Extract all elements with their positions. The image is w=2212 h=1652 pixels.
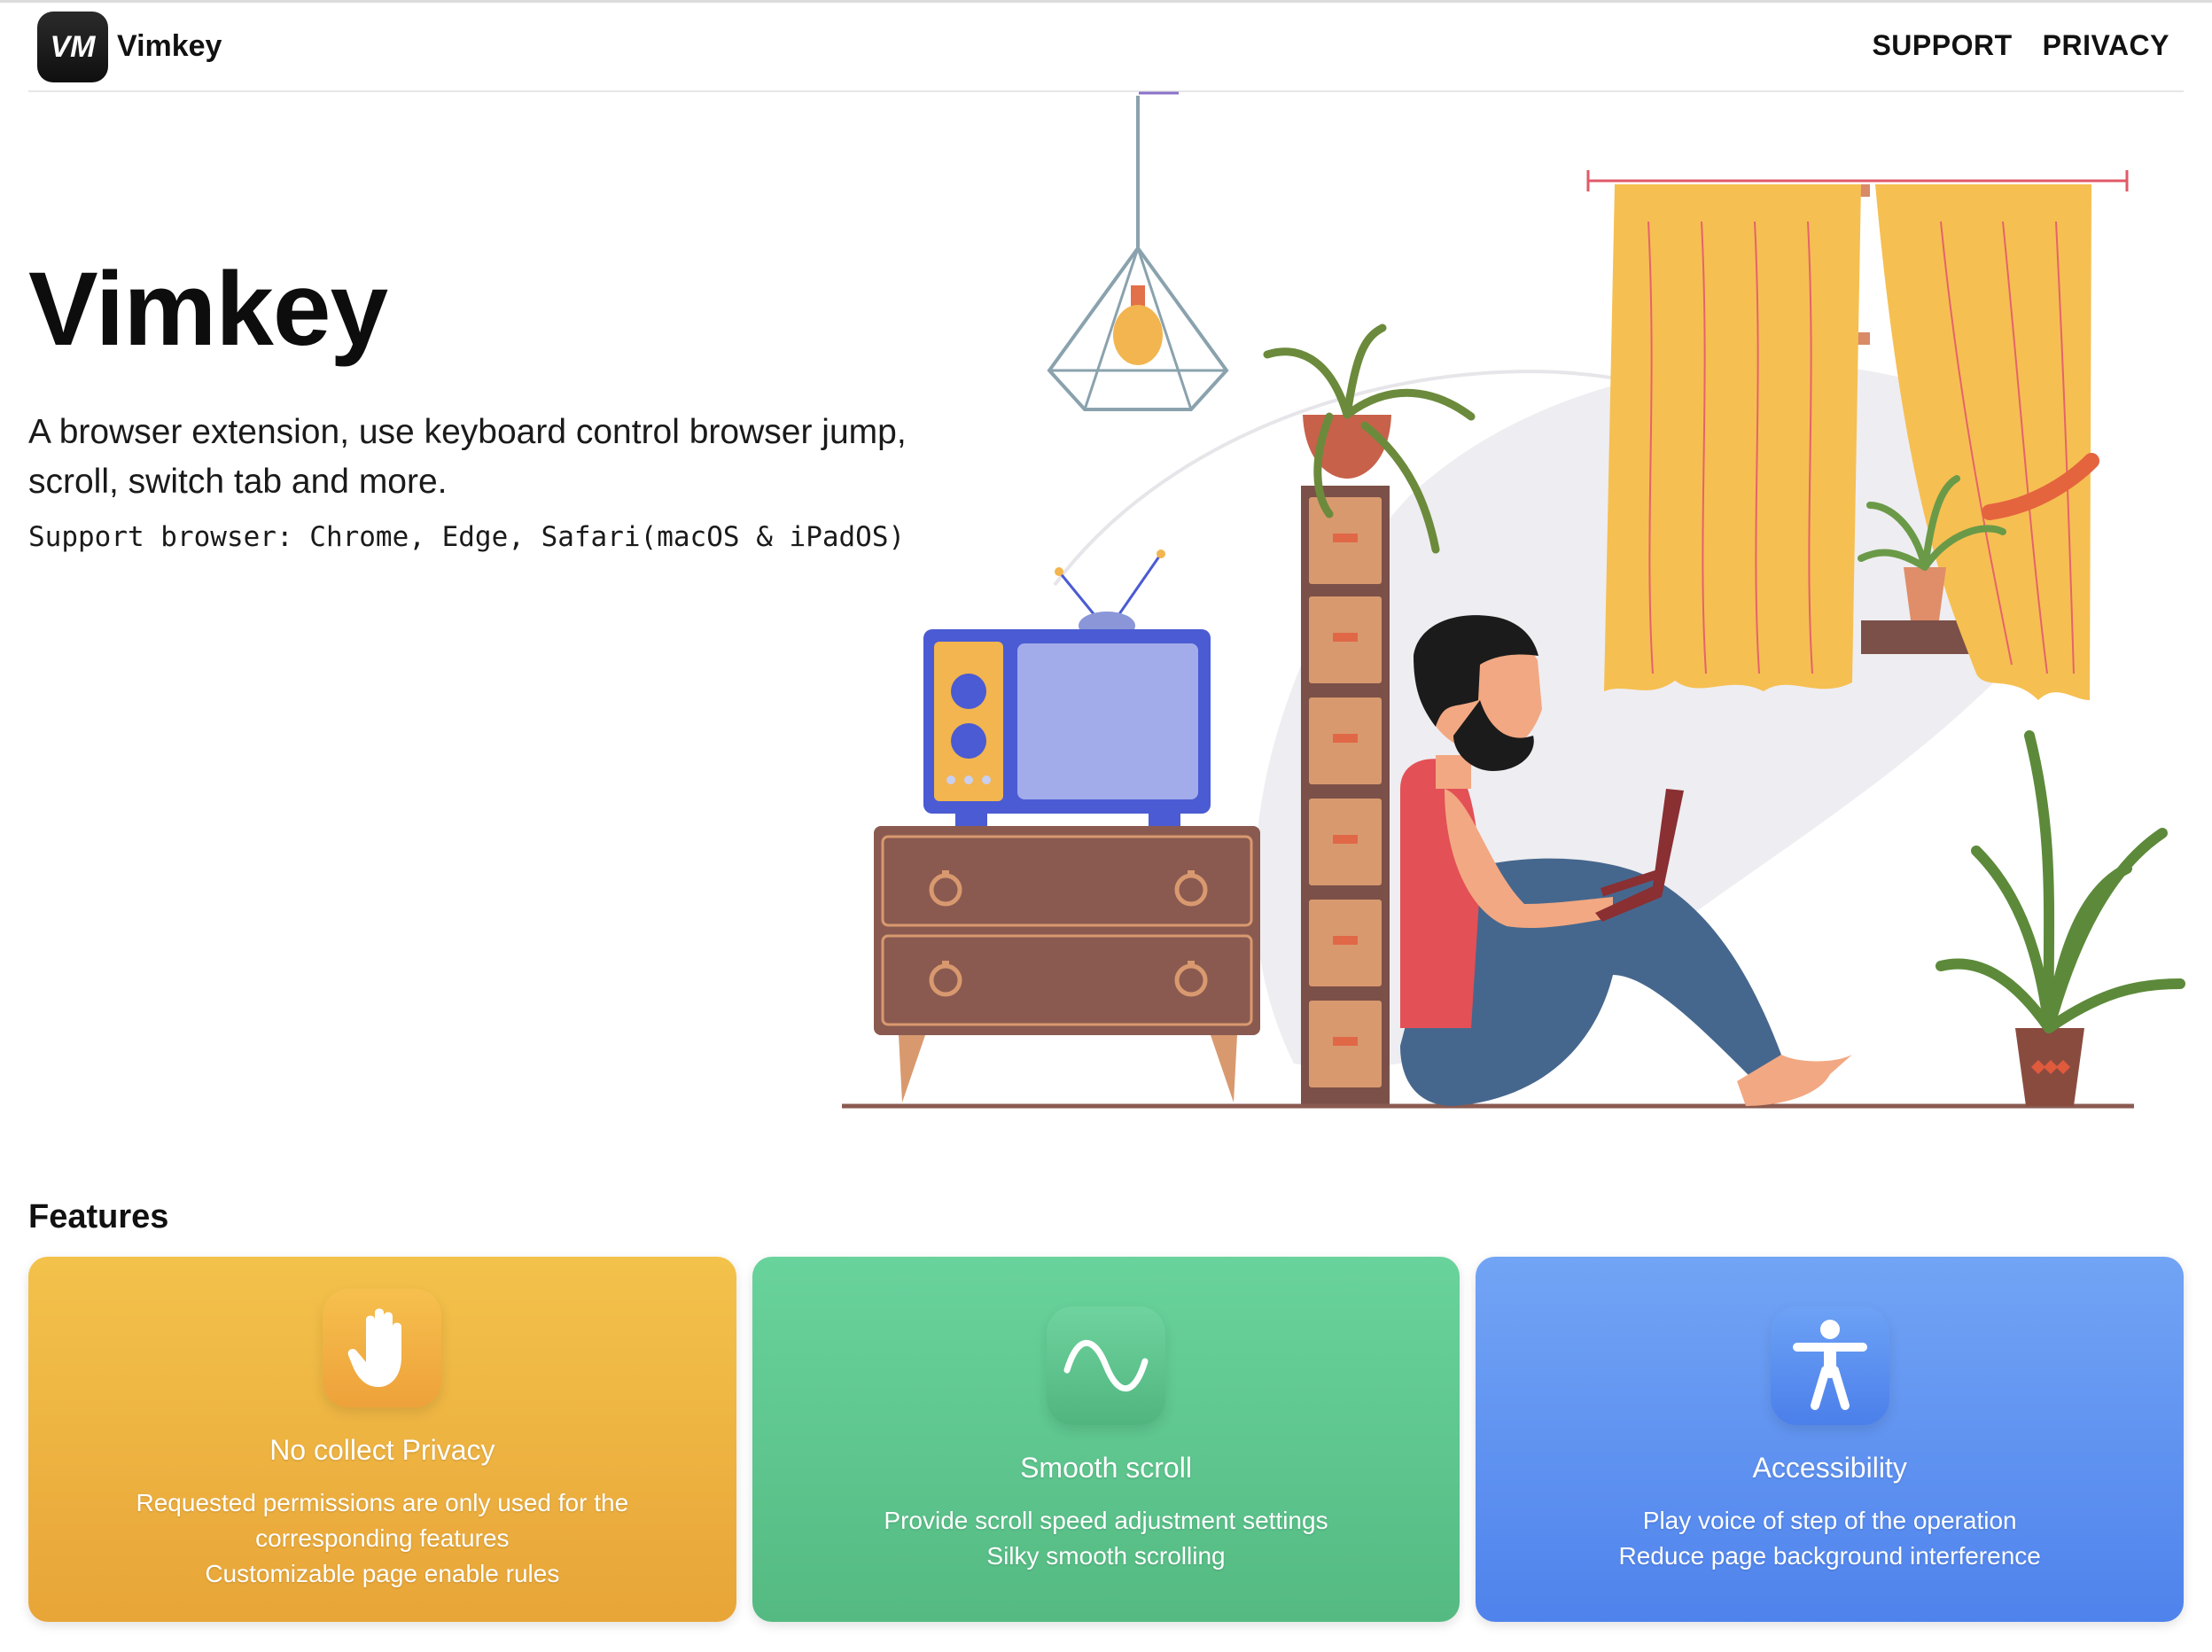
feature-description: Requested permissions are only used for … bbox=[28, 1485, 736, 1592]
feature-line: Provide scroll speed adjustment settings bbox=[884, 1507, 1328, 1534]
accessibility-icon bbox=[1770, 1306, 1889, 1425]
feature-line: Requested permissions are only used for … bbox=[136, 1489, 629, 1516]
nav-privacy-link[interactable]: PRIVACY bbox=[2043, 29, 2169, 62]
features-cards: No collect Privacy Requested permissions… bbox=[28, 1257, 2185, 1622]
feature-card-smooth-scroll[interactable]: Smooth scroll Provide scroll speed adjus… bbox=[752, 1257, 1460, 1622]
feature-line: corresponding features bbox=[255, 1524, 510, 1552]
feature-title: Accessibility bbox=[1752, 1452, 1907, 1484]
feature-line: Silky smooth scrolling bbox=[986, 1542, 1226, 1570]
hero-illustration bbox=[842, 91, 2185, 1109]
pendant-lamp bbox=[1047, 91, 1229, 411]
brand-name[interactable]: Vimkey bbox=[117, 29, 222, 64]
features-heading: Features bbox=[28, 1198, 169, 1235]
site-header: VM Vimkey SUPPORT PRIVACY bbox=[28, 3, 2184, 92]
hero-title: Vimkey bbox=[28, 251, 388, 368]
logo-mark-icon: VM bbox=[51, 30, 97, 64]
supported-browsers: Support browser: Chrome, Edge, Safari(ma… bbox=[28, 521, 906, 553]
feature-description: Provide scroll speed adjustment settings… bbox=[752, 1503, 1460, 1574]
wave-icon bbox=[1047, 1306, 1165, 1425]
feature-title: No collect Privacy bbox=[269, 1434, 495, 1466]
svg-text:VM: VM bbox=[51, 30, 97, 64]
nav-support-link[interactable]: SUPPORT bbox=[1872, 29, 2012, 62]
feature-title: Smooth scroll bbox=[1020, 1452, 1192, 1484]
feature-description: Play voice of step of the operation Redu… bbox=[1476, 1503, 2184, 1574]
feature-card-accessibility[interactable]: Accessibility Play voice of step of the … bbox=[1476, 1257, 2185, 1622]
feature-line: Customizable page enable rules bbox=[205, 1560, 560, 1587]
app-logo[interactable]: VM bbox=[37, 12, 108, 82]
floor-plant bbox=[1936, 730, 2185, 1106]
feature-card-privacy[interactable]: No collect Privacy Requested permissions… bbox=[28, 1257, 736, 1622]
nav-links: SUPPORT PRIVACY bbox=[1872, 29, 2169, 62]
retro-tv bbox=[923, 549, 1211, 826]
hand-raised-icon bbox=[323, 1289, 442, 1407]
dresser bbox=[874, 826, 1260, 1103]
feature-line: Reduce page background interference bbox=[1618, 1542, 2041, 1570]
feature-line: Play voice of step of the operation bbox=[1642, 1507, 2017, 1534]
